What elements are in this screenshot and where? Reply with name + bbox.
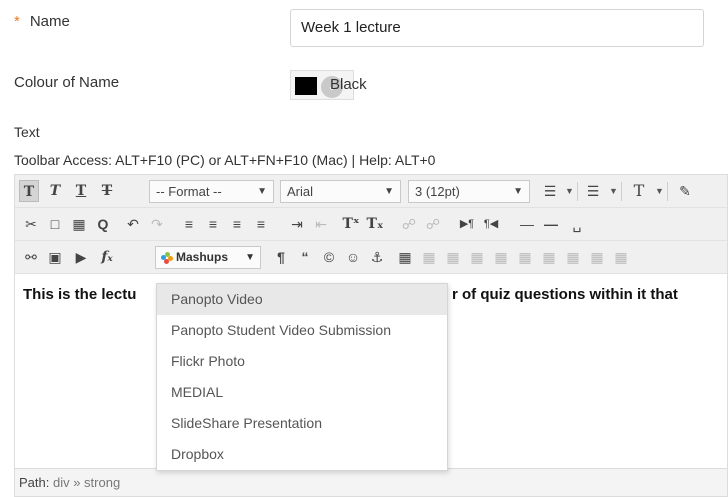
table-delete-col-icon[interactable]: ▦ xyxy=(587,246,607,268)
numbered-list-icon[interactable]: ☰ xyxy=(583,180,603,202)
chevron-down-icon: ▼ xyxy=(257,186,267,197)
ltr-icon[interactable]: ▶¶ xyxy=(457,213,477,235)
rtl-icon[interactable]: ¶◀ xyxy=(481,213,501,235)
colour-swatch xyxy=(295,77,317,95)
image-icon[interactable]: ▣ xyxy=(45,246,65,268)
copy-icon[interactable]: □ xyxy=(45,213,65,235)
table-cell-icon[interactable]: ▦ xyxy=(443,246,463,268)
size-dropdown[interactable]: 3 (12pt) ▼ xyxy=(408,180,530,203)
toolbar-access-help: Toolbar Access: ALT+F10 (PC) or ALT+FN+F… xyxy=(14,152,436,168)
path-label: Path: xyxy=(19,475,50,490)
paste-icon[interactable]: ▦ xyxy=(69,213,89,235)
chevron-down-icon[interactable]: ▼ xyxy=(565,180,574,202)
blockquote-icon[interactable]: “ xyxy=(295,246,315,268)
toolbar-row-2: ✂ □ ▦ Q ↶ ↷ ≡ ≡ ≡ ≡ ⇥ ⇤ Tˣ Tₓ ☍ ☍ ▶¶ ¶◀ … xyxy=(15,208,727,241)
chevron-down-icon: ▼ xyxy=(513,186,523,197)
bullet-list-icon[interactable]: ☰ xyxy=(540,180,560,202)
mashups-dropdown[interactable]: Mashups ▼ xyxy=(155,246,261,269)
chevron-down-icon: ▼ xyxy=(245,252,255,263)
anchor-icon[interactable]: ⚓ xyxy=(367,246,387,268)
toolbar-row-1: T T T T -- Format -- ▼ Arial ▼ 3 (12pt) ▼ ☰… xyxy=(15,175,727,208)
editor-text-right: r of quiz questions within it that xyxy=(452,286,678,303)
table-insert-col-before-icon[interactable]: ▦ xyxy=(539,246,559,268)
table-icon[interactable]: ▦ xyxy=(395,246,415,268)
media-icon[interactable]: ▶ xyxy=(71,246,91,268)
emoticon-icon[interactable]: ☺ xyxy=(343,246,363,268)
chevron-down-icon[interactable]: ▼ xyxy=(609,180,618,202)
unlink-icon[interactable]: ☍ xyxy=(423,213,443,235)
font-dropdown[interactable]: Arial ▼ xyxy=(280,180,401,203)
path-bar: Path: div » strong xyxy=(15,468,727,496)
toolbar-row-3: ⚯ ▣ ▶ fₓ Mashups ▼ ¶ “ © ☺ ⚓ ▦ ▦ ▦ ▦ ▦ ▦… xyxy=(15,241,727,274)
text-label: Text xyxy=(14,124,40,140)
superscript-icon[interactable]: Tˣ xyxy=(341,213,361,235)
menu-item-panopto-video[interactable]: Panopto Video xyxy=(157,284,447,315)
menu-item-medial[interactable]: MEDIAL xyxy=(157,377,447,408)
link-icon[interactable]: ☍ xyxy=(399,213,419,235)
table-insert-row-after-icon[interactable]: ▦ xyxy=(491,246,511,268)
math-formula-icon[interactable]: fₓ xyxy=(97,246,117,268)
underline-icon[interactable]: T xyxy=(71,180,91,202)
copyright-icon[interactable]: © xyxy=(319,246,339,268)
name-input[interactable]: Week 1 lecture xyxy=(290,9,704,47)
separator xyxy=(621,182,622,201)
table-insert-col-after-icon[interactable]: ▦ xyxy=(563,246,583,268)
subscript-icon[interactable]: Tₓ xyxy=(365,213,385,235)
size-dropdown-label: 3 (12pt) xyxy=(415,184,460,199)
chevron-down-icon[interactable]: ▼ xyxy=(655,180,664,202)
font-dropdown-label: Arial xyxy=(287,184,314,199)
name-label-text: Name xyxy=(29,13,70,30)
highlight-icon[interactable]: ✎ xyxy=(675,180,695,202)
align-right-icon[interactable]: ≡ xyxy=(227,213,247,235)
outdent-icon[interactable]: ⇤ xyxy=(311,213,331,235)
indent-icon[interactable]: ⇥ xyxy=(287,213,307,235)
attachment-icon[interactable]: ⚯ xyxy=(21,246,41,268)
separator xyxy=(577,182,578,201)
align-center-icon[interactable]: ≡ xyxy=(203,213,223,235)
format-dropdown-label: -- Format -- xyxy=(156,184,222,199)
justify-icon[interactable]: ≡ xyxy=(251,213,271,235)
cut-icon[interactable]: ✂ xyxy=(21,213,41,235)
find-icon[interactable]: Q xyxy=(93,213,113,235)
italic-icon[interactable]: T xyxy=(45,180,65,202)
paragraph-icon[interactable]: ¶ xyxy=(271,246,291,268)
table-delete-row-icon[interactable]: ▦ xyxy=(515,246,535,268)
horizontal-line-icon[interactable]: — xyxy=(541,213,561,235)
editor-text-left: This is the lectu xyxy=(23,286,137,303)
table-insert-row-before-icon[interactable]: ▦ xyxy=(467,246,487,268)
colour-name: Black xyxy=(330,76,367,93)
strikethrough-icon[interactable]: T xyxy=(97,180,117,202)
required-marker: * xyxy=(14,13,20,30)
redo-icon[interactable]: ↷ xyxy=(147,213,167,235)
text-style-icon[interactable]: T xyxy=(19,180,39,202)
menu-item-flickr-photo[interactable]: Flickr Photo xyxy=(157,346,447,377)
chevron-down-icon: ▼ xyxy=(384,186,394,197)
colour-label: Colour of Name xyxy=(14,74,120,91)
menu-item-slideshare[interactable]: SlideShare Presentation xyxy=(157,408,447,439)
horizontal-rule-icon[interactable]: — xyxy=(517,213,537,235)
mashups-icon xyxy=(161,252,173,264)
mashups-menu: Panopto Video Panopto Student Video Subm… xyxy=(156,283,448,471)
text-color-icon[interactable]: T xyxy=(629,180,649,202)
mashups-label: Mashups xyxy=(176,250,229,264)
separator xyxy=(667,182,668,201)
nonbreaking-space-icon[interactable]: ␣ xyxy=(567,213,587,235)
table-row-icon[interactable]: ▦ xyxy=(419,246,439,268)
name-label: * Name xyxy=(14,13,70,30)
path-value[interactable]: div » strong xyxy=(53,475,120,490)
menu-item-panopto-student-video[interactable]: Panopto Student Video Submission xyxy=(157,315,447,346)
undo-icon[interactable]: ↶ xyxy=(123,213,143,235)
align-left-icon[interactable]: ≡ xyxy=(179,213,199,235)
table-split-cells-icon[interactable]: ▦ xyxy=(611,246,631,268)
menu-item-dropbox[interactable]: Dropbox xyxy=(157,439,447,470)
format-dropdown[interactable]: -- Format -- ▼ xyxy=(149,180,274,203)
